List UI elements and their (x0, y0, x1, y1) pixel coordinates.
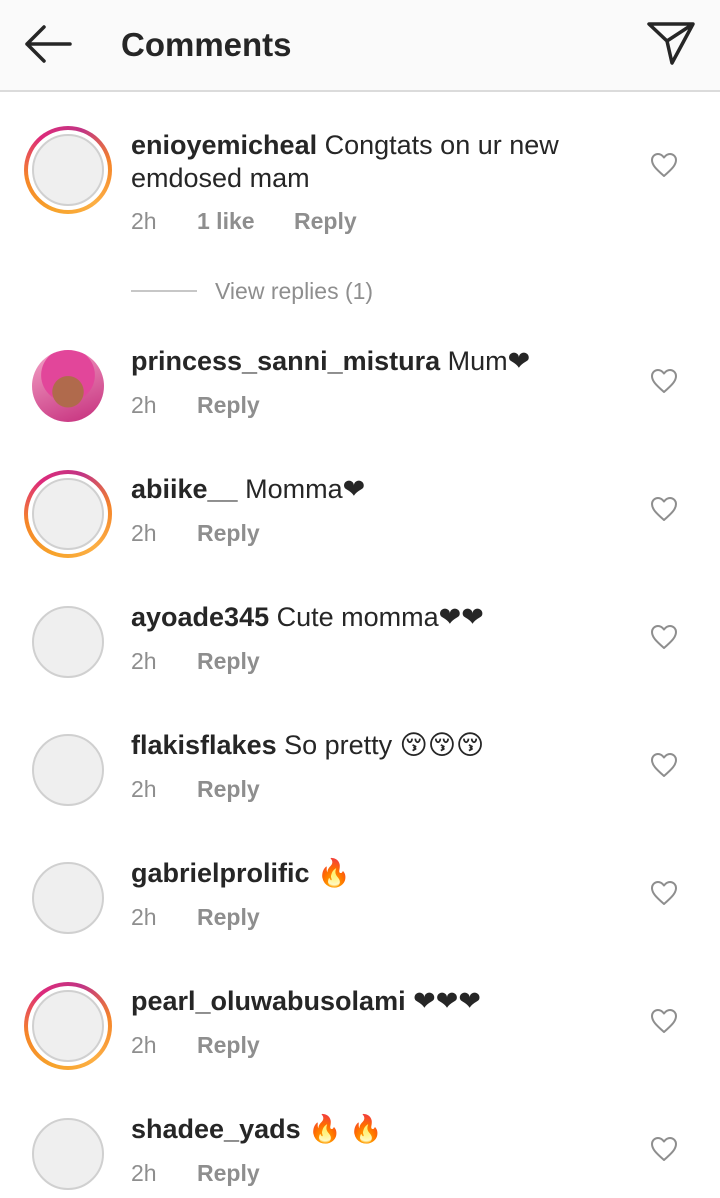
comment-meta: 2h Reply (131, 1158, 260, 1188)
comment-text: abiike__ Momma❤ (131, 473, 591, 506)
comment-text: gabrielprolific 🔥 (131, 857, 591, 890)
comment-meta: 2h Reply (131, 646, 260, 676)
comment-text: princess_sanni_mistura Mum❤ (131, 345, 591, 378)
avatar[interactable] (24, 126, 112, 214)
comment-text: shadee_yads 🔥 🔥 (131, 1113, 591, 1146)
comment-meta: 2h Reply (131, 518, 260, 548)
comment-text: pearl_oluwabusolami ❤❤❤ (131, 985, 591, 1018)
comment-time: 2h (131, 208, 157, 234)
comment-time: 2h (131, 392, 157, 418)
heart-outline-icon[interactable] (650, 368, 678, 394)
comment-text: ayoade345 Cute momma❤❤ (131, 601, 591, 634)
comment-username[interactable]: enioyemicheal (131, 130, 317, 160)
paper-plane-icon[interactable] (646, 20, 696, 66)
reply-button[interactable]: Reply (197, 390, 260, 420)
comment-likes[interactable]: 1 like (197, 206, 294, 236)
comment-meta: 2h Reply (131, 774, 260, 804)
avatar[interactable] (24, 470, 112, 558)
comment-body: ❤❤❤ (413, 986, 481, 1016)
comment-meta: 2h Reply (131, 1030, 260, 1060)
reply-button[interactable]: Reply (197, 646, 260, 676)
comment-body: 🔥 🔥 (308, 1114, 383, 1144)
comment-time: 2h (131, 1032, 157, 1058)
comment-username[interactable]: ayoade345 (131, 602, 269, 632)
reply-button[interactable]: Reply (197, 1030, 260, 1060)
reply-button[interactable]: Reply (197, 518, 260, 548)
reply-button[interactable]: Reply (197, 774, 260, 804)
heart-outline-icon[interactable] (650, 1008, 678, 1034)
heart-outline-icon[interactable] (650, 152, 678, 178)
reply-button[interactable]: Reply (197, 902, 260, 932)
page-title: Comments (121, 26, 292, 63)
comment-time: 2h (131, 776, 157, 802)
back-arrow-icon[interactable] (22, 24, 74, 64)
heart-outline-icon[interactable] (650, 1136, 678, 1162)
heart-outline-icon[interactable] (650, 752, 678, 778)
comment-body: Cute momma❤❤ (276, 602, 484, 632)
comment-text: flakisflakes So pretty 😚😚😚 (131, 729, 591, 762)
comment-username[interactable]: shadee_yads (131, 1114, 301, 1144)
comment-meta: 2h Reply (131, 902, 260, 932)
avatar[interactable] (24, 342, 112, 430)
comment-meta: 2h Reply (131, 390, 260, 420)
view-replies-link[interactable]: View replies (1) (215, 276, 373, 306)
comment-username[interactable]: gabrielprolific (131, 858, 310, 888)
comment-username[interactable]: princess_sanni_mistura (131, 346, 440, 376)
comment-body: Momma❤ (245, 474, 366, 504)
reply-button[interactable]: Reply (294, 206, 357, 236)
reply-button[interactable]: Reply (197, 1158, 260, 1188)
avatar[interactable] (24, 854, 112, 942)
heart-outline-icon[interactable] (650, 624, 678, 650)
comment-time: 2h (131, 1160, 157, 1186)
comment-username[interactable]: pearl_oluwabusolami (131, 986, 406, 1016)
heart-outline-icon[interactable] (650, 496, 678, 522)
avatar[interactable] (24, 982, 112, 1070)
comment-text: enioyemicheal Congtats on ur new emdosed… (131, 129, 591, 195)
top-bar: Comments (0, 0, 720, 92)
divider (131, 290, 197, 292)
avatar[interactable] (24, 598, 112, 686)
comment-time: 2h (131, 520, 157, 546)
comment-meta: 2h 1 like Reply (131, 206, 357, 236)
profile-photo (32, 350, 104, 422)
comment-username[interactable]: flakisflakes (131, 730, 277, 760)
comment-body: 🔥 (317, 858, 351, 888)
avatar[interactable] (24, 726, 112, 814)
comment-time: 2h (131, 648, 157, 674)
heart-outline-icon[interactable] (650, 880, 678, 906)
comment-time: 2h (131, 904, 157, 930)
comment-body: Mum❤ (447, 346, 531, 376)
comment-username[interactable]: abiike__ (131, 474, 238, 504)
comment-body: So pretty 😚😚😚 (284, 730, 485, 760)
